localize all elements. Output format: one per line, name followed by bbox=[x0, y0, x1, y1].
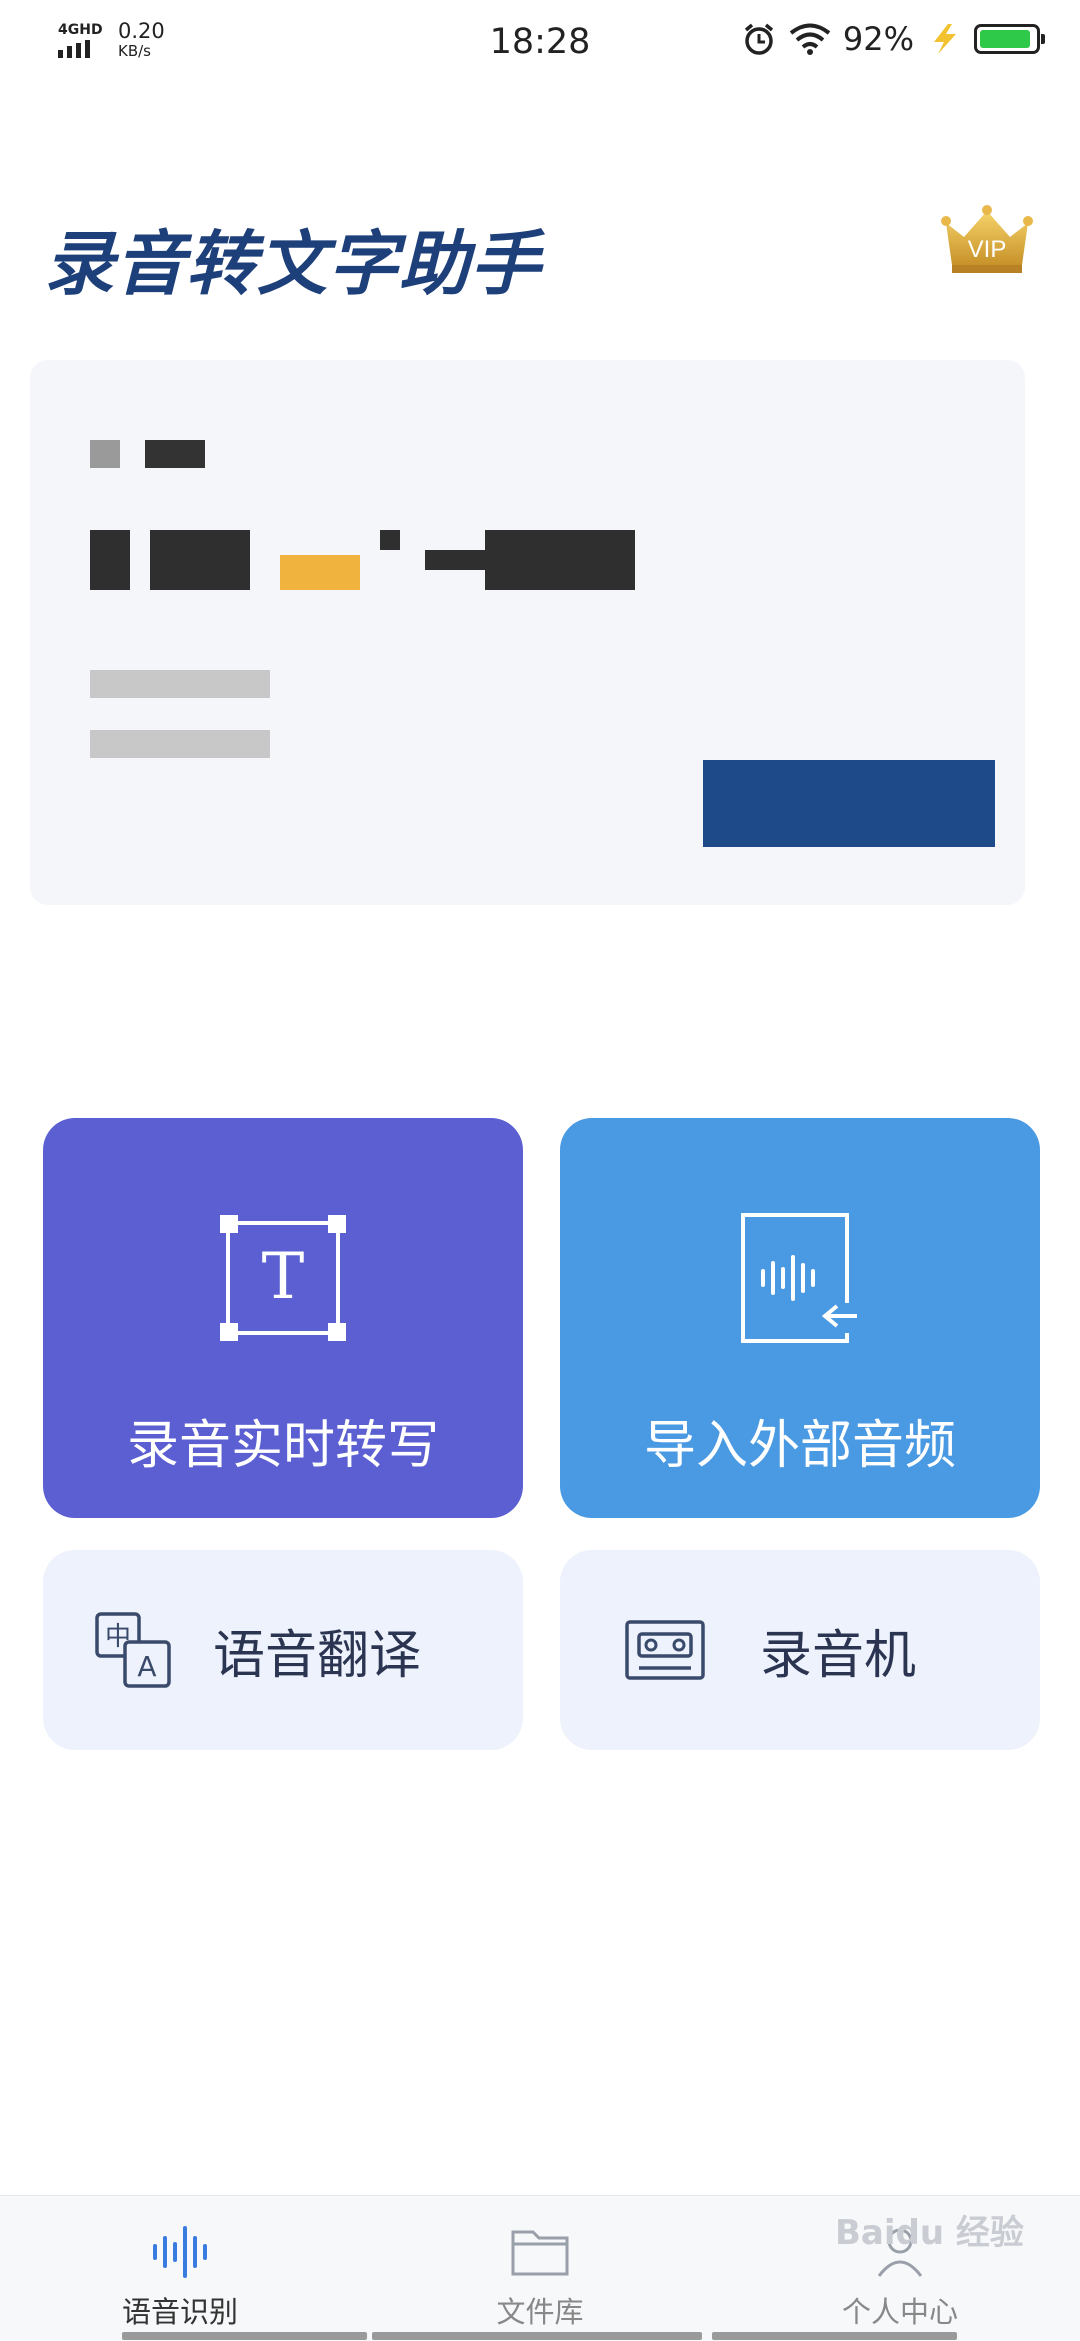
record-realtime-label: 录音实时转写 bbox=[126, 1416, 439, 1476]
svg-text:T: T bbox=[262, 1240, 305, 1314]
recorder-label: 录音机 bbox=[760, 1625, 917, 1686]
promo-banner[interactable] bbox=[30, 360, 1025, 905]
nav-label-files: 文件库 bbox=[496, 2295, 584, 2329]
nav-indicator bbox=[122, 2332, 367, 2340]
charging-icon bbox=[934, 24, 956, 54]
nav-indicator bbox=[712, 2332, 957, 2340]
nav-label-voice: 语音识别 bbox=[121, 2295, 238, 2329]
nav-indicator bbox=[372, 2332, 702, 2340]
wifi-icon bbox=[789, 23, 831, 55]
voice-translate-label: 语音翻译 bbox=[213, 1625, 422, 1686]
watermark: Baidu 经验 bbox=[835, 2213, 1024, 2253]
import-audio-label: 导入外部音频 bbox=[643, 1416, 956, 1476]
nav-label-profile: 个人中心 bbox=[841, 2295, 958, 2329]
voice-wave-icon bbox=[153, 2226, 207, 2278]
recorder-card[interactable]: 录音机 bbox=[560, 1550, 1040, 1750]
import-audio-card[interactable]: 导入外部音频 bbox=[560, 1118, 1040, 1518]
app-title: 录音转文字助手 bbox=[44, 223, 541, 305]
record-realtime-card[interactable]: T 录音实时转写 bbox=[43, 1118, 523, 1518]
nav-file-library[interactable]: 文件库 bbox=[360, 2196, 720, 2341]
nav-voice-recognition[interactable]: 语音识别 bbox=[0, 2196, 360, 2341]
battery-fill bbox=[980, 30, 1030, 48]
audio-file-import-icon bbox=[741, 1213, 865, 1343]
text-frame-icon: T bbox=[220, 1215, 346, 1341]
alarm-icon bbox=[744, 23, 773, 55]
folder-icon bbox=[511, 2230, 569, 2276]
vip-label: VIP bbox=[968, 236, 1007, 263]
svg-text:A: A bbox=[137, 1650, 156, 1683]
voice-translate-card[interactable]: 中 A 语音翻译 bbox=[43, 1550, 523, 1750]
vip-crown-icon[interactable]: VIP bbox=[940, 205, 1034, 275]
translate-icon: 中 A bbox=[95, 1612, 171, 1688]
banner-cta-button[interactable] bbox=[703, 760, 995, 847]
cassette-icon bbox=[625, 1620, 705, 1680]
battery-icon bbox=[974, 24, 1045, 54]
battery-percent: 92% bbox=[842, 20, 914, 58]
status-bar: 4GHD 0.20 KB/s 18:28 92% bbox=[0, 0, 1080, 84]
status-icons: 92% bbox=[741, 20, 1045, 58]
